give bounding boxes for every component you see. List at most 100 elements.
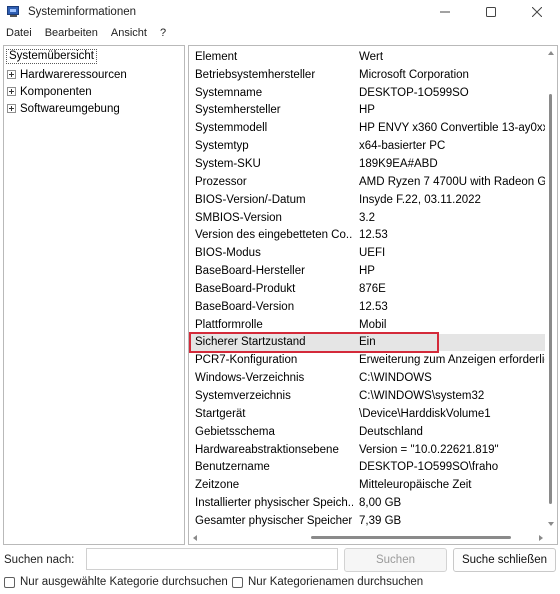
column-header-value[interactable]: Wert bbox=[359, 51, 547, 63]
value-cell: 12.53 bbox=[359, 300, 388, 313]
horizontal-scrollbar[interactable] bbox=[189, 531, 557, 544]
search-input[interactable] bbox=[86, 548, 338, 570]
scroll-down-icon[interactable] bbox=[548, 522, 554, 526]
element-cell: BaseBoard-Version bbox=[195, 300, 295, 313]
value-cell: Version = "10.0.22621.819" bbox=[359, 443, 499, 456]
element-cell: Version des eingebetteten Co... bbox=[195, 229, 353, 242]
element-cell: BIOS-Modus bbox=[195, 247, 261, 260]
category-tree: Systemübersicht Hardwareressourcen Kompo… bbox=[3, 45, 185, 545]
table-row[interactable]: BaseBoard-Version 12.53 bbox=[189, 298, 547, 316]
value-cell: x64-basierter PC bbox=[359, 140, 446, 153]
horizontal-scroll-thumb[interactable] bbox=[311, 536, 511, 539]
menu-file[interactable]: Datei bbox=[6, 27, 32, 39]
value-cell: DESKTOP-1O599SO bbox=[359, 86, 469, 99]
table-row[interactable]: Windows-Verzeichnis C:\WINDOWS bbox=[189, 369, 547, 387]
element-cell: Gebietsschema bbox=[195, 425, 275, 438]
element-cell: Systemmodell bbox=[195, 122, 268, 135]
element-cell: Systemtyp bbox=[195, 140, 249, 153]
checkbox-label: Nur Kategorienamen durchsuchen bbox=[248, 576, 424, 588]
element-cell: System-SKU bbox=[195, 157, 261, 170]
checkbox-category-names[interactable]: Nur Kategorienamen durchsuchen bbox=[232, 576, 423, 588]
checkbox-icon[interactable] bbox=[4, 576, 15, 588]
value-cell: Ein bbox=[359, 336, 376, 349]
expand-icon[interactable] bbox=[7, 70, 16, 79]
table-row[interactable]: Benutzername DESKTOP-1O599SO\fraho bbox=[189, 459, 547, 477]
search-button[interactable]: Suchen bbox=[344, 548, 447, 572]
table-row[interactable]: Plattformrolle Mobil bbox=[189, 316, 547, 334]
table-row[interactable]: Systemname DESKTOP-1O599SO bbox=[189, 84, 547, 102]
tree-item-components[interactable]: Komponenten bbox=[7, 83, 92, 100]
scroll-right-icon[interactable] bbox=[539, 535, 543, 541]
element-cell: Systemname bbox=[195, 86, 263, 99]
tree-item-label: Hardwareressourcen bbox=[20, 68, 127, 81]
table-row[interactable]: Version des eingebetteten Co... 12.53 bbox=[189, 227, 547, 245]
table-row[interactable]: Gebietsschema Deutschland bbox=[189, 423, 547, 441]
table-row[interactable]: Hardwareabstraktionsebene Version = "10.0… bbox=[189, 441, 547, 459]
details-list: Element Wert Betriebsystemhersteller Micr… bbox=[188, 45, 558, 545]
value-cell: UEFI bbox=[359, 247, 386, 260]
element-cell: Betriebsystemhersteller bbox=[195, 68, 316, 81]
table-row[interactable]: BIOS-Modus UEFI bbox=[189, 244, 547, 262]
table-row[interactable]: Installierter physischer Speich... 8,00 G… bbox=[189, 494, 547, 512]
expand-icon[interactable] bbox=[7, 104, 16, 113]
element-cell: BaseBoard-Produkt bbox=[195, 282, 296, 295]
table-row[interactable]: Sicherer Startzustand Ein bbox=[189, 333, 547, 352]
value-cell: \Device\HarddiskVolume1 bbox=[359, 407, 491, 420]
tree-item-system-summary[interactable]: Systemübersicht bbox=[6, 49, 98, 64]
scroll-left-icon[interactable] bbox=[193, 535, 197, 541]
table-row[interactable]: BaseBoard-Hersteller HP bbox=[189, 262, 547, 280]
value-cell: HP bbox=[359, 104, 375, 117]
element-cell: Systemhersteller bbox=[195, 104, 281, 117]
checkbox-selected-category[interactable]: Nur ausgewählte Kategorie durchsuchen bbox=[4, 576, 228, 588]
element-cell: Windows-Verzeichnis bbox=[195, 372, 305, 385]
search-label: Suchen nach: bbox=[4, 554, 75, 566]
value-cell: 7,39 GB bbox=[359, 514, 402, 527]
table-row[interactable]: Systemmodell HP ENVY x360 Convertible 13-… bbox=[189, 119, 547, 137]
table-row[interactable]: SMBIOS-Version 3.2 bbox=[189, 209, 547, 227]
tree-item-hardware-resources[interactable]: Hardwareressourcen bbox=[7, 66, 127, 83]
table-row[interactable]: Systemhersteller HP bbox=[189, 102, 547, 120]
element-cell: Startgerät bbox=[195, 407, 246, 420]
element-cell: BIOS-Version/-Datum bbox=[195, 193, 306, 206]
scroll-up-icon[interactable] bbox=[548, 51, 554, 55]
menu-view[interactable]: Ansicht bbox=[111, 27, 147, 39]
vertical-scroll-thumb[interactable] bbox=[549, 94, 552, 504]
system-information-icon bbox=[7, 6, 21, 18]
close-button[interactable] bbox=[514, 0, 560, 24]
expand-icon[interactable] bbox=[7, 87, 16, 96]
element-cell: Installierter physischer Speich... bbox=[195, 497, 353, 510]
menu-edit[interactable]: Bearbeiten bbox=[45, 27, 98, 39]
vertical-scrollbar[interactable] bbox=[545, 46, 557, 531]
close-search-button[interactable]: Suche schließen bbox=[453, 548, 556, 572]
table-row[interactable]: Startgerät \Device\HarddiskVolume1 bbox=[189, 405, 547, 423]
minimize-icon bbox=[440, 11, 450, 13]
value-cell: Mobil bbox=[359, 318, 387, 331]
checkbox-icon[interactable] bbox=[232, 576, 243, 588]
column-header-element[interactable]: Element bbox=[195, 51, 353, 63]
table-row[interactable]: System-SKU 189K9EA#ABD bbox=[189, 155, 547, 173]
value-cell: DESKTOP-1O599SO\fraho bbox=[359, 461, 499, 474]
menu-help[interactable]: ? bbox=[160, 27, 166, 39]
table-row[interactable]: Betriebsystemhersteller Microsoft Corpora… bbox=[189, 66, 547, 84]
table-row[interactable]: BIOS-Version/-Datum Insyde F.22, 03.11.20… bbox=[189, 191, 547, 209]
checkbox-label: Nur ausgewählte Kategorie durchsuchen bbox=[20, 576, 228, 588]
value-cell: 189K9EA#ABD bbox=[359, 157, 438, 170]
maximize-icon bbox=[486, 7, 496, 17]
table-row[interactable]: Systemverzeichnis C:\WINDOWS\system32 bbox=[189, 387, 547, 405]
table-row[interactable]: Gesamter physischer Speicher 7,39 GB bbox=[189, 512, 547, 530]
table-row[interactable]: Systemtyp x64-basierter PC bbox=[189, 137, 547, 155]
element-cell: Plattformrolle bbox=[195, 318, 263, 331]
value-cell: AMD Ryzen 7 4700U with Radeon Gra bbox=[359, 175, 547, 188]
value-cell: Deutschland bbox=[359, 425, 423, 438]
table-row[interactable]: Prozessor AMD Ryzen 7 4700U with Radeon G… bbox=[189, 173, 547, 191]
maximize-button[interactable] bbox=[468, 0, 514, 24]
table-row[interactable]: BaseBoard-Produkt 876E bbox=[189, 280, 547, 298]
minimize-button[interactable] bbox=[422, 0, 468, 24]
details-list-body: Element Wert Betriebsystemhersteller Micr… bbox=[189, 46, 547, 531]
tree-item-software-environment[interactable]: Softwareumgebung bbox=[7, 100, 120, 117]
menu-bar: Datei Bearbeiten Ansicht ? bbox=[0, 24, 560, 42]
table-row[interactable]: Zeitzone Mitteleuropäische Zeit bbox=[189, 476, 547, 494]
element-cell: Prozessor bbox=[195, 175, 247, 188]
table-row[interactable]: PCR7-Konfiguration Erweiterung zum Anzeig… bbox=[189, 351, 547, 369]
value-cell: Microsoft Corporation bbox=[359, 68, 469, 81]
